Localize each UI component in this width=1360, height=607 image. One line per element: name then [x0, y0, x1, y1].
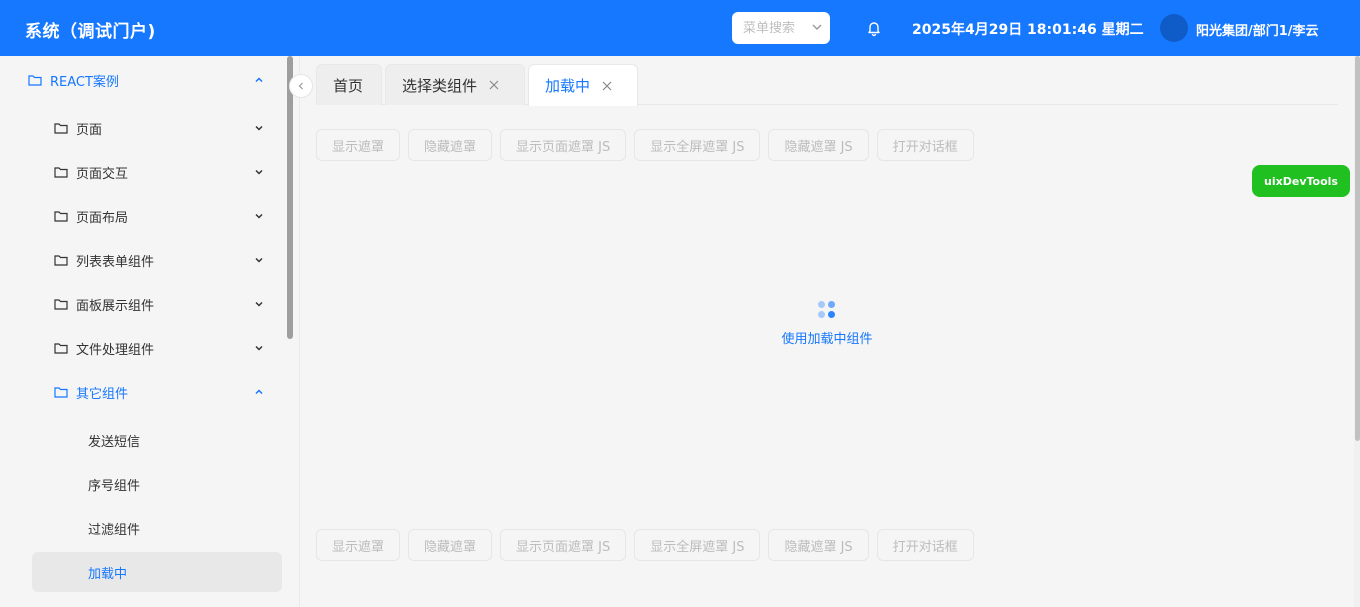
- sidebar-subitem-send-sms[interactable]: 发送短信: [32, 420, 282, 460]
- sidebar-item-label: 其它组件: [76, 386, 129, 402]
- sidebar-item-panel-display[interactable]: 面板展示组件: [54, 284, 154, 324]
- chevron-down-icon[interactable]: [253, 210, 265, 222]
- sidebar-item-label: REACT案例: [50, 74, 119, 90]
- tab-loading[interactable]: 加载中: [528, 64, 638, 106]
- main-content: 首页 选择类组件 加载中 显示遮罩 隐藏遮罩 显示页面遮罩 JS 显示全屏遮罩 …: [301, 56, 1354, 607]
- sidebar-item-label: 页面: [76, 122, 103, 138]
- hide-mask-button[interactable]: 隐藏遮罩: [408, 129, 493, 161]
- bell-icon[interactable]: [865, 19, 883, 37]
- folder-icon: [28, 75, 42, 86]
- tab-home[interactable]: 首页: [316, 64, 382, 105]
- tab-select-components[interactable]: 选择类组件: [385, 64, 525, 105]
- sidebar-item-list-form[interactable]: 列表表单组件: [54, 240, 154, 280]
- button-row-top: 显示遮罩 隐藏遮罩 显示页面遮罩 JS 显示全屏遮罩 JS 隐藏遮罩 JS 打开…: [316, 129, 974, 161]
- sidebar: REACT案例 页面 页面交互 页面布局 列表表单组件 面板展示组件 文件处理组…: [0, 56, 300, 607]
- tab-label: 加载中: [545, 77, 591, 95]
- devtools-button[interactable]: uixDevTools: [1252, 165, 1350, 197]
- sidebar-item-page-interaction[interactable]: 页面交互: [54, 152, 128, 192]
- datetime-display: 2025年4月29日 18:01:46 星期二: [912, 22, 1144, 38]
- loading-spinner-icon: [817, 300, 837, 320]
- open-dialog-button[interactable]: 打开对话框: [876, 529, 974, 561]
- chevron-down-icon[interactable]: [253, 122, 265, 134]
- show-page-mask-js-button[interactable]: 显示页面遮罩 JS: [500, 529, 627, 561]
- close-icon[interactable]: [602, 81, 612, 91]
- menu-search-select[interactable]: [732, 12, 830, 44]
- chevron-up-icon[interactable]: [253, 386, 265, 398]
- chevron-up-icon[interactable]: [253, 74, 265, 86]
- sidebar-item-other-components[interactable]: 其它组件: [54, 372, 128, 412]
- chevron-down-icon: [812, 24, 822, 30]
- folder-icon: [54, 123, 68, 134]
- chevron-down-icon[interactable]: [253, 166, 265, 178]
- sidebar-subitem-serial-number[interactable]: 序号组件: [32, 464, 282, 504]
- hide-mask-js-button[interactable]: 隐藏遮罩 JS: [768, 129, 869, 161]
- folder-icon: [54, 167, 68, 178]
- top-header: 系统（调试门户) 2025年4月29日 18:01:46 星期二 阳光集团/部门…: [0, 0, 1360, 56]
- sidebar-item-label: 列表表单组件: [76, 254, 155, 270]
- sidebar-subitem-filter[interactable]: 过滤组件: [32, 508, 282, 548]
- show-page-mask-js-button[interactable]: 显示页面遮罩 JS: [500, 129, 627, 161]
- folder-icon: [54, 387, 68, 398]
- open-dialog-button[interactable]: 打开对话框: [876, 129, 974, 161]
- chevron-down-icon[interactable]: [253, 254, 265, 266]
- tab-label: 首页: [333, 76, 364, 95]
- sidebar-subitem-loading[interactable]: 加载中: [32, 552, 282, 592]
- chevron-down-icon[interactable]: [253, 298, 265, 310]
- page-scrollbar-thumb[interactable]: [1355, 56, 1360, 441]
- sidebar-item-file-processing[interactable]: 文件处理组件: [54, 328, 154, 368]
- hide-mask-button[interactable]: 隐藏遮罩: [408, 529, 493, 561]
- tab-bar: 首页 选择类组件 加载中: [316, 64, 1338, 106]
- folder-icon: [54, 343, 68, 354]
- folder-icon: [54, 299, 68, 310]
- button-row-bottom: 显示遮罩 隐藏遮罩 显示页面遮罩 JS 显示全屏遮罩 JS 隐藏遮罩 JS 打开…: [316, 529, 974, 561]
- folder-icon: [54, 255, 68, 266]
- hide-mask-js-button[interactable]: 隐藏遮罩 JS: [768, 529, 869, 561]
- show-mask-button[interactable]: 显示遮罩: [316, 129, 401, 161]
- user-name[interactable]: 阳光集团/部门1/李云: [1196, 20, 1319, 39]
- sidebar-item-label: 文件处理组件: [76, 342, 155, 358]
- avatar[interactable]: [1160, 14, 1188, 42]
- show-fullscreen-mask-js-button[interactable]: 显示全屏遮罩 JS: [634, 529, 761, 561]
- tab-label: 选择类组件: [402, 76, 478, 95]
- sidebar-item-label: 面板展示组件: [76, 298, 155, 314]
- sidebar-item-page[interactable]: 页面: [54, 108, 102, 148]
- close-icon[interactable]: [489, 80, 499, 90]
- page-scrollbar[interactable]: [1354, 56, 1360, 607]
- menu-search-input[interactable]: [743, 20, 805, 36]
- loading-tip: 使用加载中组件: [781, 332, 873, 347]
- show-fullscreen-mask-js-button[interactable]: 显示全屏遮罩 JS: [634, 129, 761, 161]
- sidebar-scrollbar[interactable]: [287, 56, 293, 339]
- chevron-down-icon[interactable]: [253, 342, 265, 354]
- folder-icon: [54, 211, 68, 222]
- sidebar-item-label: 页面交互: [76, 166, 129, 182]
- sidebar-item-react-examples[interactable]: REACT案例: [28, 60, 119, 100]
- sidebar-item-page-layout[interactable]: 页面布局: [54, 196, 128, 236]
- show-mask-button[interactable]: 显示遮罩: [316, 529, 401, 561]
- app-title: 系统（调试门户): [25, 22, 156, 42]
- sidebar-item-label: 页面布局: [76, 210, 129, 226]
